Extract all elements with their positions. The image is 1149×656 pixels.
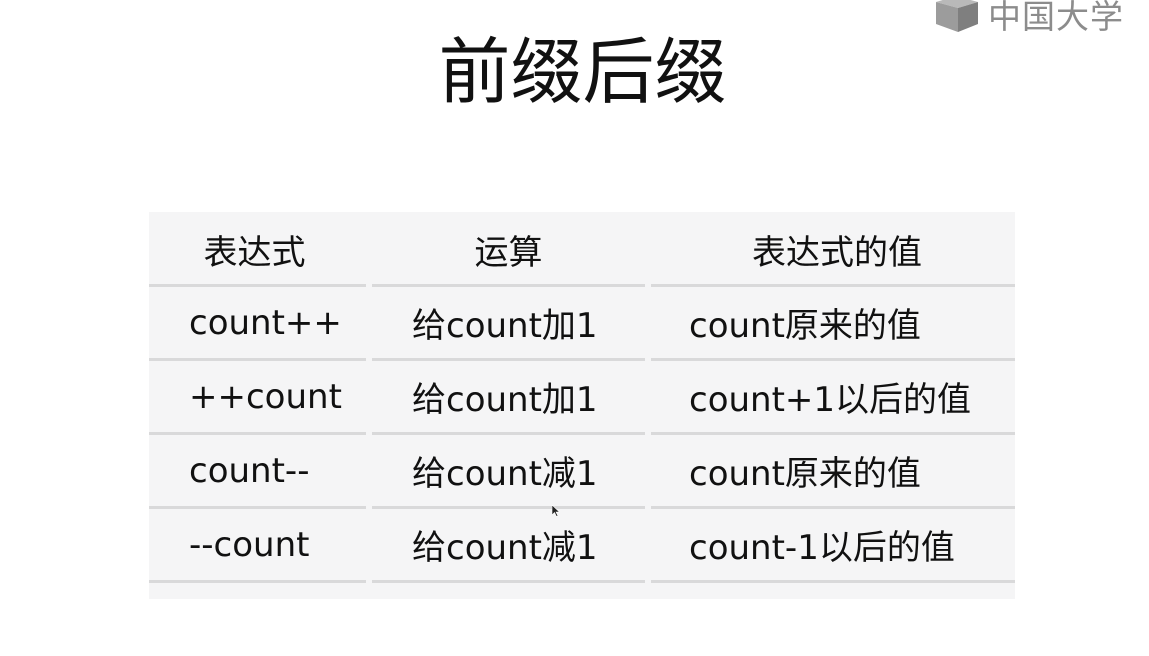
value-cell: count+1以后的值 <box>651 361 1015 435</box>
table-row: count++ 给count加1 count原来的值 <box>149 287 1015 361</box>
value-cell: count原来的值 <box>651 287 1015 361</box>
slide-title: 前缀后缀 <box>438 30 727 114</box>
table-row: ++count 给count加1 count+1以后的值 <box>149 361 1015 435</box>
column-header-operation: 运算 <box>372 212 645 287</box>
table-row: --count 给count减1 count-1以后的值 <box>149 509 1015 583</box>
operation-cell: 给count减1 <box>372 435 645 509</box>
value-cell: count原来的值 <box>651 435 1015 509</box>
mouse-pointer-icon <box>552 505 560 517</box>
operation-cell: 给count减1 <box>372 509 645 583</box>
expression-cell: ++count <box>149 361 366 435</box>
expression-cell: --count <box>149 509 366 583</box>
column-header-expression-value: 表达式的值 <box>651 212 1015 287</box>
expression-cell: count++ <box>149 287 366 361</box>
expression-cell: count-- <box>149 435 366 509</box>
table-row: count-- 给count减1 count原来的值 <box>149 435 1015 509</box>
table-header-row: 表达式 运算 表达式的值 <box>149 212 1015 287</box>
operation-cell: 给count加1 <box>372 361 645 435</box>
operator-table: 表达式 运算 表达式的值 count++ 给count加1 count原来的值 … <box>149 212 1015 599</box>
operation-cell: 给count加1 <box>372 287 645 361</box>
column-header-expression: 表达式 <box>149 212 366 287</box>
value-cell: count-1以后的值 <box>651 509 1015 583</box>
